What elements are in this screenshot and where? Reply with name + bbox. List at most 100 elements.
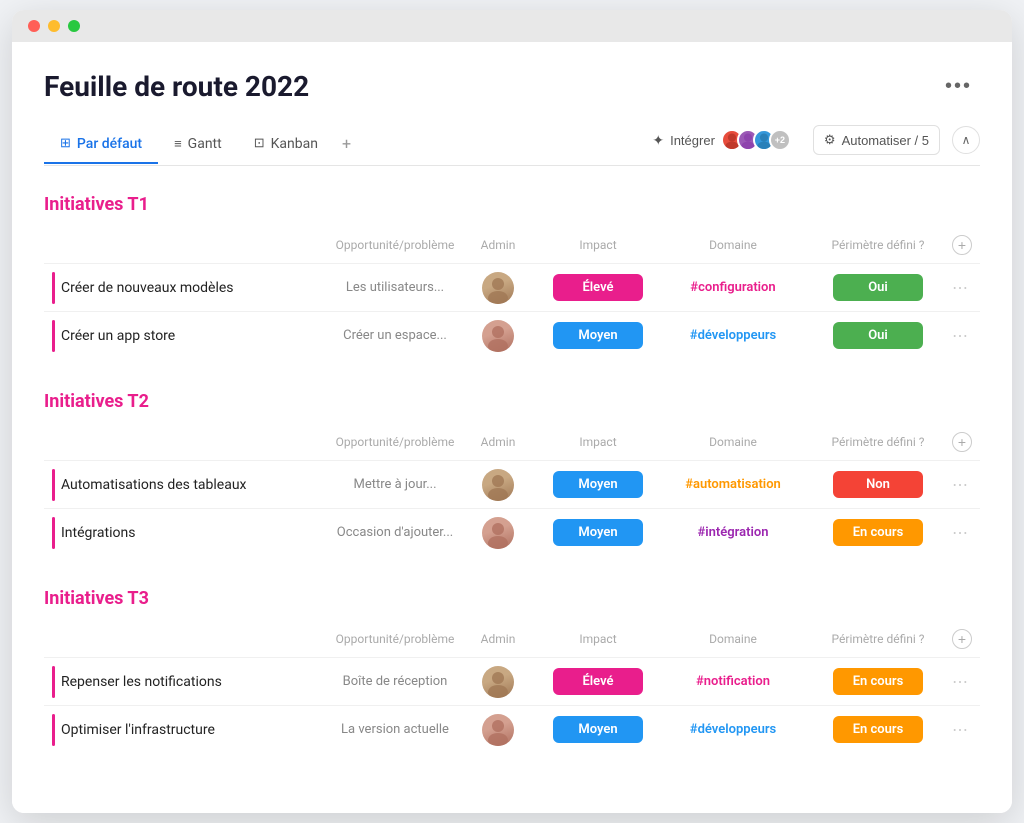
- add-row-button[interactable]: +: [952, 432, 972, 452]
- domain-tag[interactable]: #notification: [696, 674, 770, 689]
- row-impact: Élevé: [538, 668, 658, 695]
- tab-par-defaut-label: Par défaut: [77, 136, 142, 152]
- scope-badge[interactable]: Oui: [833, 274, 923, 301]
- scope-badge[interactable]: En cours: [833, 716, 923, 743]
- more-menu-button[interactable]: •••: [937, 71, 980, 102]
- table-row: Intégrations Occasion d'ajouter... Moyen…: [44, 508, 980, 556]
- add-tab-button[interactable]: +: [334, 124, 359, 165]
- table-row: Créer un app store Créer un espace... Mo…: [44, 311, 980, 359]
- admin-avatar: [482, 714, 514, 746]
- row-indicator: [52, 666, 55, 698]
- domain-tag[interactable]: #développeurs: [690, 328, 776, 343]
- section-header-t1: Initiatives T1: [44, 194, 980, 219]
- add-row-button[interactable]: +: [952, 629, 972, 649]
- section-title-t3: Initiatives T3: [44, 588, 149, 609]
- row-scope: En cours: [808, 668, 948, 695]
- col-opp-header: Opportunité/problème: [332, 632, 458, 646]
- impact-badge[interactable]: Moyen: [553, 716, 643, 743]
- kanban-icon: ⊡: [254, 136, 265, 151]
- table-row: Optimiser l'infrastructure La version ac…: [44, 705, 980, 753]
- section-t3: Initiatives T3 Opportunité/problème Admi…: [44, 588, 980, 753]
- integrate-icon: ✦: [652, 132, 664, 149]
- dot-red[interactable]: [28, 20, 40, 32]
- row-opportunity: Occasion d'ajouter...: [332, 525, 458, 540]
- row-admin: [458, 666, 538, 698]
- dot-yellow[interactable]: [48, 20, 60, 32]
- section-columns-t1: Opportunité/problème Admin Impact Domain…: [44, 231, 980, 263]
- toolbar-right: ✦ Intégrer +2: [642, 123, 980, 165]
- tab-par-defaut[interactable]: ⊞ Par défaut: [44, 126, 158, 164]
- scope-badge[interactable]: En cours: [833, 519, 923, 546]
- domain-tag[interactable]: #développeurs: [690, 722, 776, 737]
- row-scope: En cours: [808, 519, 948, 546]
- row-scope: Oui: [808, 274, 948, 301]
- row-name-text: Créer de nouveaux modèles: [61, 280, 234, 296]
- row-name: Créer un app store: [52, 320, 332, 352]
- col-domain-header: Domaine: [658, 632, 808, 646]
- auto-label: Automatiser / 5: [842, 133, 929, 148]
- impact-badge[interactable]: Moyen: [553, 322, 643, 349]
- tab-kanban[interactable]: ⊡ Kanban: [238, 126, 334, 164]
- row-admin: [458, 272, 538, 304]
- row-indicator: [52, 517, 55, 549]
- col-opp-header: Opportunité/problème: [332, 435, 458, 449]
- section-title-t1: Initiatives T1: [44, 194, 149, 215]
- grid-icon: ⊞: [60, 136, 71, 151]
- col-impact-header: Impact: [538, 632, 658, 646]
- row-name-text: Intégrations: [61, 525, 135, 541]
- row-name-text: Automatisations des tableaux: [61, 477, 247, 493]
- impact-badge[interactable]: Élevé: [553, 668, 643, 695]
- section-columns-t3: Opportunité/problème Admin Impact Domain…: [44, 625, 980, 657]
- dot-green[interactable]: [68, 20, 80, 32]
- integrate-label: Intégrer: [670, 133, 715, 148]
- row-name: Créer de nouveaux modèles: [52, 272, 332, 304]
- admin-avatar: [482, 517, 514, 549]
- row-scope: Oui: [808, 322, 948, 349]
- table-row: Automatisations des tableaux Mettre à jo…: [44, 460, 980, 508]
- row-more-icon: ⋯: [948, 720, 972, 739]
- row-opportunity: La version actuelle: [332, 722, 458, 737]
- scope-badge[interactable]: En cours: [833, 668, 923, 695]
- app-window: Feuille de route 2022 ••• ⊞ Par défaut ≡…: [12, 10, 1012, 813]
- scope-badge[interactable]: Oui: [833, 322, 923, 349]
- row-domain: #développeurs: [658, 722, 808, 737]
- impact-badge[interactable]: Élevé: [553, 274, 643, 301]
- section-header-t2: Initiatives T2: [44, 391, 980, 416]
- row-name-text: Créer un app store: [61, 328, 175, 344]
- tab-gantt[interactable]: ≡ Gantt: [158, 126, 238, 164]
- col-opp-header: Opportunité/problème: [332, 238, 458, 252]
- sections-container: Initiatives T1 Opportunité/problème Admi…: [44, 194, 980, 753]
- automatiser-button[interactable]: ⚙ Automatiser / 5: [813, 125, 940, 155]
- integrate-button[interactable]: ✦ Intégrer +2: [642, 123, 801, 157]
- row-admin: [458, 469, 538, 501]
- domain-tag[interactable]: #automatisation: [685, 477, 781, 492]
- col-scope-header: Périmètre défini ?: [808, 238, 948, 252]
- row-indicator: [52, 320, 55, 352]
- scope-badge[interactable]: Non: [833, 471, 923, 498]
- row-name: Automatisations des tableaux: [52, 469, 332, 501]
- section-header-t3: Initiatives T3: [44, 588, 980, 613]
- col-domain-header: Domaine: [658, 435, 808, 449]
- row-indicator: [52, 714, 55, 746]
- impact-badge[interactable]: Moyen: [553, 519, 643, 546]
- section-t2: Initiatives T2 Opportunité/problème Admi…: [44, 391, 980, 556]
- collapse-button[interactable]: ∧: [952, 126, 980, 154]
- tab-kanban-label: Kanban: [271, 136, 318, 152]
- admin-avatar: [482, 272, 514, 304]
- admin-avatar: [482, 469, 514, 501]
- row-domain: #développeurs: [658, 328, 808, 343]
- row-admin: [458, 517, 538, 549]
- row-admin: [458, 714, 538, 746]
- impact-badge[interactable]: Moyen: [553, 471, 643, 498]
- row-scope: En cours: [808, 716, 948, 743]
- main-content: Feuille de route 2022 ••• ⊞ Par défaut ≡…: [12, 42, 1012, 813]
- row-more-icon: ⋯: [948, 475, 972, 494]
- add-row-button[interactable]: +: [952, 235, 972, 255]
- domain-tag[interactable]: #intégration: [698, 525, 769, 540]
- domain-tag[interactable]: #configuration: [690, 280, 775, 295]
- row-more-icon: ⋯: [948, 672, 972, 691]
- row-domain: #notification: [658, 674, 808, 689]
- toolbar: ⊞ Par défaut ≡ Gantt ⊡ Kanban + ✦ Intégr…: [44, 123, 980, 166]
- col-impact-header: Impact: [538, 238, 658, 252]
- row-impact: Moyen: [538, 322, 658, 349]
